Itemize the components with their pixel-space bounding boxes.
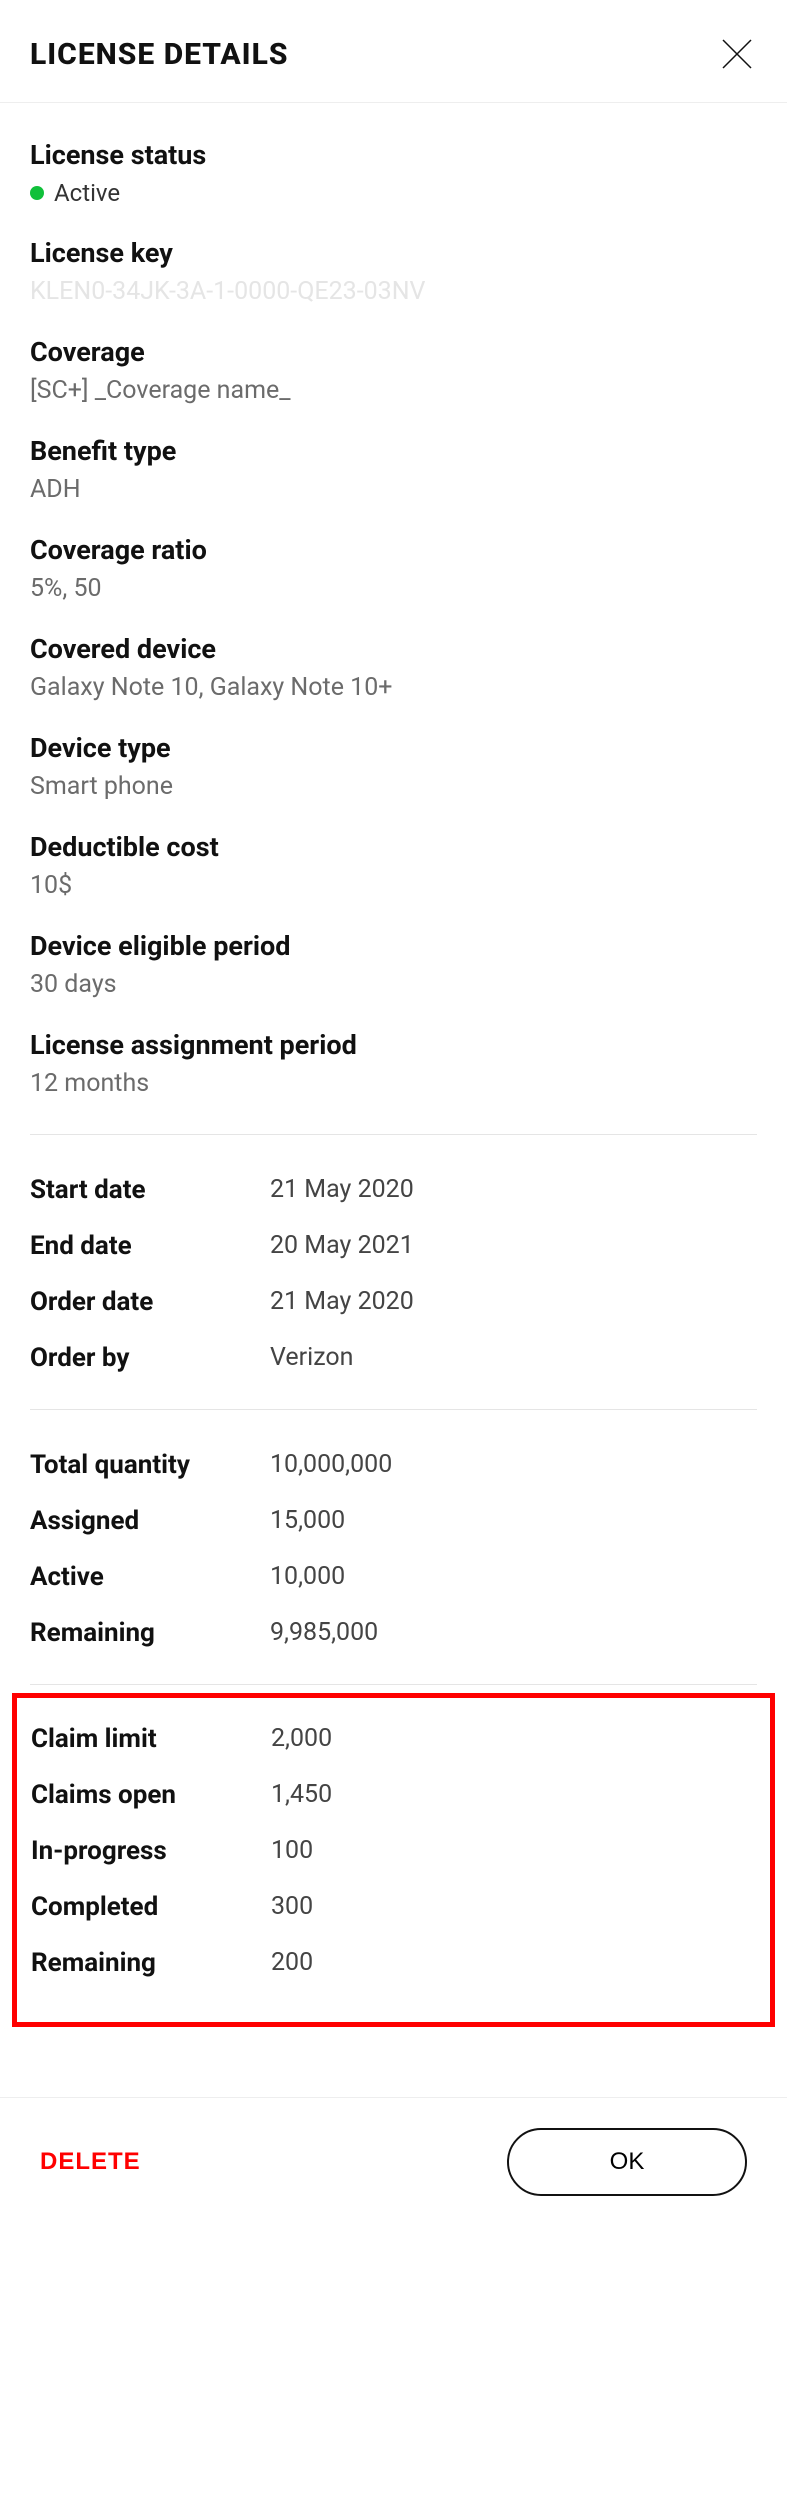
device-type-label: Device type bbox=[30, 732, 757, 764]
end-date-value: 20 May 2021 bbox=[270, 1231, 414, 1261]
remaining-claims-row: Remaining 200 bbox=[31, 1948, 756, 1978]
benefit-type-value: ADH bbox=[30, 475, 757, 504]
claim-limit-label: Claim limit bbox=[31, 1724, 271, 1754]
in-progress-row: In-progress 100 bbox=[31, 1836, 756, 1866]
header: LICENSE DETAILS bbox=[0, 0, 787, 103]
order-date-label: Order date bbox=[30, 1287, 270, 1317]
coverage-ratio-field: Coverage ratio 5%, 50 bbox=[30, 534, 757, 603]
coverage-field: Coverage [SC+] _Coverage name_ bbox=[30, 336, 757, 405]
coverage-label: Coverage bbox=[30, 336, 757, 368]
assignment-period-label: License assignment period bbox=[30, 1029, 757, 1061]
start-date-label: Start date bbox=[30, 1175, 270, 1205]
close-icon bbox=[717, 34, 757, 74]
license-key-value: KLEN0-34JK-3A-1-0000-QE23-03NV bbox=[30, 277, 757, 306]
order-by-value: Verizon bbox=[270, 1343, 353, 1373]
covered-device-field: Covered device Galaxy Note 10, Galaxy No… bbox=[30, 633, 757, 702]
eligible-period-field: Device eligible period 30 days bbox=[30, 930, 757, 999]
assigned-row: Assigned 15,000 bbox=[30, 1506, 757, 1536]
benefit-type-label: Benefit type bbox=[30, 435, 757, 467]
delete-button[interactable]: DELETE bbox=[40, 2148, 141, 2176]
order-date-row: Order date 21 May 2020 bbox=[30, 1287, 757, 1317]
deductible-cost-label: Deductible cost bbox=[30, 831, 757, 863]
device-type-field: Device type Smart phone bbox=[30, 732, 757, 801]
deductible-cost-value: 10$ bbox=[30, 871, 757, 900]
page-title: LICENSE DETAILS bbox=[30, 37, 288, 72]
end-date-label: End date bbox=[30, 1231, 270, 1261]
eligible-period-value: 30 days bbox=[30, 970, 757, 999]
covered-device-value: Galaxy Note 10, Galaxy Note 10+ bbox=[30, 673, 757, 702]
end-date-row: End date 20 May 2021 bbox=[30, 1231, 757, 1261]
completed-value: 300 bbox=[271, 1892, 313, 1922]
claims-section: Claim limit 2,000 Claims open 1,450 In-p… bbox=[12, 1693, 775, 2027]
remaining-quantity-value: 9,985,000 bbox=[270, 1618, 378, 1648]
completed-label: Completed bbox=[31, 1892, 271, 1922]
coverage-ratio-label: Coverage ratio bbox=[30, 534, 757, 566]
total-quantity-label: Total quantity bbox=[30, 1450, 270, 1480]
divider bbox=[30, 1684, 757, 1685]
start-date-value: 21 May 2020 bbox=[270, 1175, 414, 1205]
total-quantity-value: 10,000,000 bbox=[270, 1450, 392, 1480]
remaining-quantity-row: Remaining 9,985,000 bbox=[30, 1618, 757, 1648]
active-label: Active bbox=[30, 1562, 270, 1592]
in-progress-label: In-progress bbox=[31, 1836, 271, 1866]
remaining-claims-label: Remaining bbox=[31, 1948, 271, 1978]
order-by-label: Order by bbox=[30, 1343, 270, 1373]
coverage-ratio-value: 5%, 50 bbox=[30, 574, 757, 603]
assigned-label: Assigned bbox=[30, 1506, 270, 1536]
license-key-field: License key KLEN0-34JK-3A-1-0000-QE23-03… bbox=[30, 237, 757, 306]
claims-open-row: Claims open 1,450 bbox=[31, 1780, 756, 1810]
claims-open-label: Claims open bbox=[31, 1780, 271, 1810]
remaining-quantity-label: Remaining bbox=[30, 1618, 270, 1648]
divider bbox=[30, 1409, 757, 1410]
status-text: Active bbox=[54, 179, 120, 207]
claim-limit-row: Claim limit 2,000 bbox=[31, 1724, 756, 1754]
divider bbox=[30, 1134, 757, 1135]
covered-device-label: Covered device bbox=[30, 633, 757, 665]
start-date-row: Start date 21 May 2020 bbox=[30, 1175, 757, 1205]
completed-row: Completed 300 bbox=[31, 1892, 756, 1922]
assigned-value: 15,000 bbox=[270, 1506, 345, 1536]
order-date-value: 21 May 2020 bbox=[270, 1287, 414, 1317]
deductible-cost-field: Deductible cost 10$ bbox=[30, 831, 757, 900]
order-by-row: Order by Verizon bbox=[30, 1343, 757, 1373]
claim-limit-value: 2,000 bbox=[271, 1724, 332, 1754]
license-status: Active bbox=[30, 179, 757, 207]
license-status-label: License status bbox=[30, 139, 757, 171]
in-progress-value: 100 bbox=[271, 1836, 313, 1866]
license-key-label: License key bbox=[30, 237, 757, 269]
coverage-value: [SC+] _Coverage name_ bbox=[30, 376, 757, 405]
footer: DELETE OK bbox=[0, 2097, 787, 2236]
quantities-section: Total quantity 10,000,000 Assigned 15,00… bbox=[30, 1450, 757, 1648]
device-type-value: Smart phone bbox=[30, 772, 757, 801]
eligible-period-label: Device eligible period bbox=[30, 930, 757, 962]
status-dot-icon bbox=[30, 186, 44, 200]
total-quantity-row: Total quantity 10,000,000 bbox=[30, 1450, 757, 1480]
active-row: Active 10,000 bbox=[30, 1562, 757, 1592]
remaining-claims-value: 200 bbox=[271, 1948, 313, 1978]
dates-section: Start date 21 May 2020 End date 20 May 2… bbox=[30, 1175, 757, 1373]
ok-button[interactable]: OK bbox=[507, 2128, 747, 2196]
active-value: 10,000 bbox=[270, 1562, 345, 1592]
close-button[interactable] bbox=[717, 34, 757, 74]
content: License status Active License key KLEN0-… bbox=[0, 103, 787, 2077]
assignment-period-value: 12 months bbox=[30, 1069, 757, 1098]
claims-open-value: 1,450 bbox=[271, 1780, 332, 1810]
assignment-period-field: License assignment period 12 months bbox=[30, 1029, 757, 1098]
benefit-type-field: Benefit type ADH bbox=[30, 435, 757, 504]
